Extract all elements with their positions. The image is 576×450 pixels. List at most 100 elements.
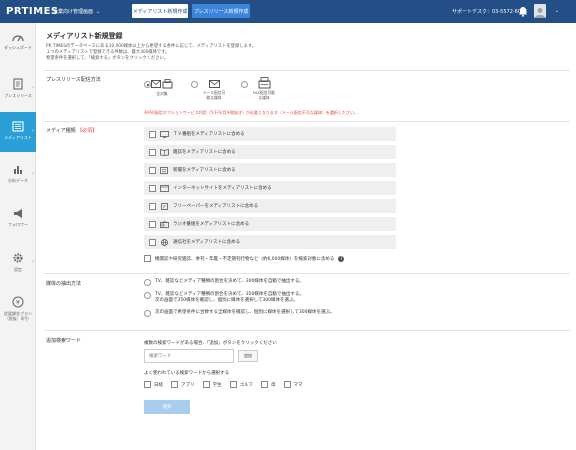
- sidebar-item-label: フォロワー: [8, 222, 28, 227]
- chevron-right-icon: ›: [32, 259, 34, 265]
- keyword-tag[interactable]: ママ: [283, 381, 303, 388]
- list-icon: [12, 121, 24, 132]
- sidebar-item-dashboard[interactable]: ダッシュボード: [0, 23, 36, 63]
- user-menu-chevron-icon[interactable]: ⌄: [552, 4, 562, 18]
- divider: [44, 330, 570, 331]
- keyword-tag[interactable]: 日経: [144, 381, 163, 388]
- keywords-note: 複数の検索ワードがある場合、「追加」ボタンをクリックください: [144, 341, 277, 346]
- extraction-option-text: 次の画面で350媒体を確認し、個別に媒体を選択して300媒体を選ぶ。: [155, 298, 299, 303]
- radio-button[interactable]: [191, 81, 198, 88]
- mail-fax-icon: [151, 79, 173, 89]
- checkbox[interactable]: [149, 166, 156, 174]
- distribution-option-email[interactable]: メール配信可能な媒体: [191, 79, 227, 100]
- fax-note: ※FAX配信オプションサービス利用（5千円/月※税抜き）が必要となります（メール…: [144, 110, 358, 115]
- media-row-label: 雑誌をメディアリストに含める: [173, 150, 236, 155]
- company-dropdown[interactable]: 企業向け管理画面 ⌄: [53, 8, 101, 16]
- keyword-tag-label: ママ: [293, 382, 303, 388]
- chevron-right-icon: ›: [32, 171, 34, 177]
- sidebar-item-label: ダッシュボード: [4, 45, 32, 50]
- pr-times-logo[interactable]: PRTIMES: [6, 6, 59, 17]
- notification-bell-icon[interactable]: [516, 4, 530, 18]
- sidebar-item-followers[interactable]: フォロワー: [0, 199, 36, 239]
- option-caption: メール配信可能な媒体: [202, 90, 226, 100]
- media-row-magazine[interactable]: 雑誌をメディアリストに含める: [144, 145, 396, 159]
- keyword-tag-label: 学生: [212, 382, 222, 388]
- checkbox[interactable]: [261, 381, 268, 388]
- sidebar-item-analytics[interactable]: 分析データ ›: [0, 155, 36, 195]
- search-button[interactable]: 検索: [144, 400, 190, 414]
- keyword-tag[interactable]: アプリ: [171, 381, 195, 388]
- media-row-internet[interactable]: インターネットサイトをメディアリストに含める: [144, 181, 396, 195]
- dashboard-icon: [12, 35, 24, 42]
- include-journals-label: 機関誌や研究雑誌、季刊・年鑑・不定期刊行物など（約6,000媒体）を検索対象に含…: [155, 256, 335, 262]
- search-keyword-input[interactable]: [144, 349, 234, 363]
- radio-button[interactable]: [144, 310, 151, 317]
- media-row-label: インターネットサイトをメディアリストに含める: [173, 186, 272, 191]
- radio-button[interactable]: [144, 279, 151, 286]
- keyword-tag[interactable]: 学生: [202, 381, 222, 388]
- sidebar-item-label: 設定: [14, 267, 22, 272]
- keyword-tag[interactable]: 母: [261, 381, 276, 388]
- sidebar-item-label: プレスリリース: [4, 93, 32, 98]
- distribution-option-all[interactable]: 全対象: [144, 79, 173, 96]
- checkbox[interactable]: [171, 381, 178, 388]
- checkbox[interactable]: [144, 381, 151, 388]
- document-icon: [13, 78, 23, 90]
- description-line: 希望条件を選択して、「検索する」ボタンをクリックください。: [46, 56, 169, 61]
- radio-button[interactable]: [144, 81, 151, 88]
- sidebar-item-press-release[interactable]: プレスリリース ›: [0, 69, 36, 109]
- fax-icon: [258, 77, 270, 89]
- checkbox[interactable]: [144, 255, 151, 262]
- gear-icon: [13, 253, 23, 263]
- company-label: 企業向け管理画面: [53, 9, 94, 15]
- checkbox[interactable]: [149, 220, 156, 228]
- new-media-list-button[interactable]: メディアリスト新規作成: [132, 4, 188, 18]
- yen-icon: ¥: [12, 296, 24, 308]
- free-paper-icon: F: [160, 202, 169, 210]
- new-press-release-button[interactable]: プレスリリース新規作成: [192, 4, 250, 18]
- radio-button[interactable]: [144, 292, 151, 299]
- media-row-radio[interactable]: ラジオ番組をメディアリストに含める: [144, 217, 396, 231]
- extraction-option-text: 次の画面で希望条件に合致する全媒体を確認し、個別に媒体を選択して300媒体を選ぶ…: [155, 310, 335, 315]
- common-keyword-list: 日経 アプリ 学生 ゴルフ 母 ママ: [144, 381, 303, 388]
- add-keyword-button[interactable]: 追加: [238, 350, 258, 362]
- checkbox[interactable]: [149, 148, 156, 156]
- additional-keywords-label: 追加検索ワード: [46, 338, 82, 344]
- sidebar-item-billing-plan[interactable]: ¥ 従量課金プラン（税抜：0円）: [0, 287, 36, 335]
- checkbox[interactable]: [149, 238, 156, 246]
- media-row-tv[interactable]: ＴＶ番組をメディアリストに含める: [144, 127, 396, 141]
- media-row-free-paper[interactable]: F フリーペーパーをメディアリストに含める: [144, 199, 396, 213]
- checkbox[interactable]: [149, 184, 156, 192]
- magazine-icon: [160, 148, 169, 156]
- checkbox[interactable]: [149, 130, 156, 138]
- radio-button[interactable]: [241, 81, 248, 88]
- media-row-news-agency[interactable]: 通信社をメディアリストに含める: [144, 235, 396, 249]
- extraction-option-manual[interactable]: 次の画面で希望条件に合致する全媒体を確認し、個別に媒体を選択して300媒体を選ぶ…: [144, 310, 334, 317]
- extraction-option-auto-300[interactable]: TV、雑誌などメディア種類の割合を決めて、300媒体を自動で抽出する。: [144, 279, 304, 286]
- media-row-label: 通信社をメディアリストに含める: [173, 240, 241, 245]
- media-row-label: ＴＶ番組をメディアリストに含める: [173, 132, 245, 137]
- keyword-tag-label: アプリ: [181, 382, 195, 388]
- browser-icon: [160, 184, 169, 192]
- keyword-tag[interactable]: ゴルフ: [229, 381, 253, 388]
- distribution-option-fax[interactable]: FAX配信可能な媒体: [241, 77, 277, 100]
- user-avatar[interactable]: [534, 4, 546, 18]
- chevron-down-icon: ⌄: [96, 8, 101, 15]
- media-type-label: メディア種類 【必須】: [46, 127, 97, 134]
- checkbox[interactable]: [229, 381, 237, 388]
- include-journals-option[interactable]: 機関誌や研究雑誌、季刊・年鑑・不定期刊行物など（約6,000媒体）を検索対象に含…: [144, 255, 345, 262]
- checkbox[interactable]: [202, 381, 210, 388]
- extraction-option-auto-350[interactable]: TV、雑誌などメディア種類の割合を決めて、350媒体を自動で抽出する。 次の画面…: [144, 292, 304, 304]
- divider: [44, 273, 570, 274]
- svg-text:F: F: [163, 204, 166, 210]
- checkbox[interactable]: [283, 381, 291, 388]
- sidebar-item-media-list[interactable]: メディアリスト ›: [0, 112, 36, 152]
- extraction-method-label: 媒体の抽出方法: [46, 281, 82, 287]
- bar-chart-icon: [14, 166, 22, 174]
- help-icon[interactable]: ?: [338, 255, 345, 262]
- checkbox[interactable]: [149, 202, 156, 210]
- media-row-newspaper[interactable]: 新聞をメディアリストに含める: [144, 163, 396, 177]
- sidebar-item-settings[interactable]: 設定 ›: [0, 243, 36, 283]
- chevron-right-icon: ›: [32, 128, 34, 134]
- distribution-method-label: プレスリリース配信方法: [46, 77, 101, 83]
